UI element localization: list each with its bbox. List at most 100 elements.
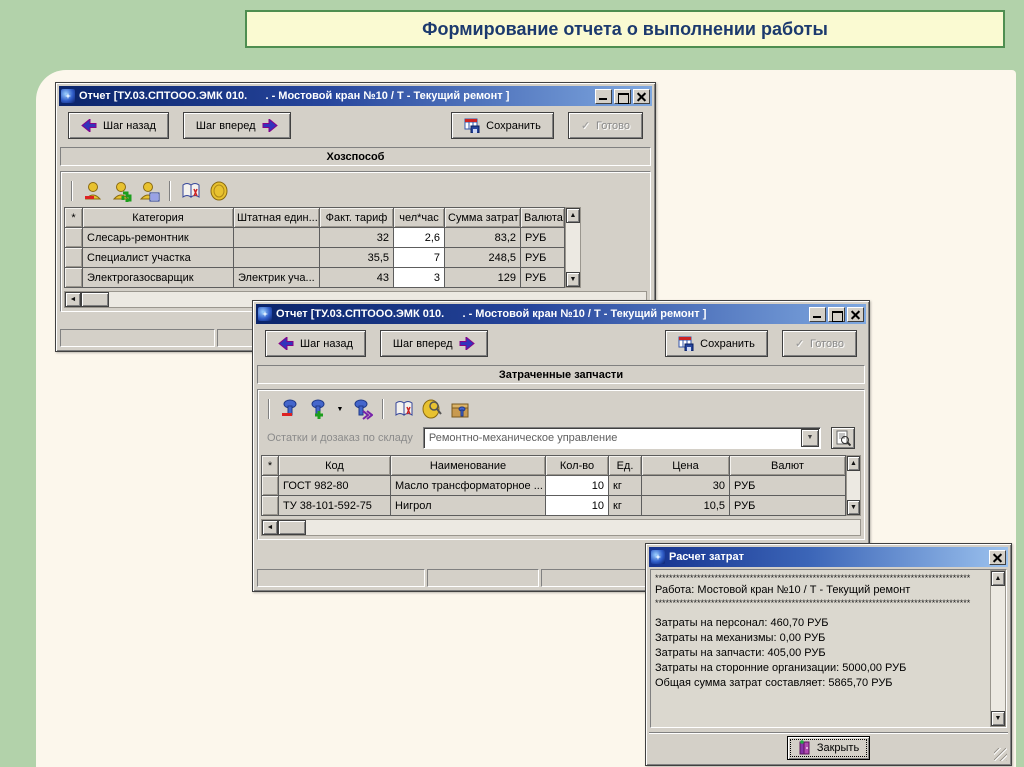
cell-category[interactable]: Электрогазосварщик [82,267,234,288]
scroll-left-icon[interactable]: ◄ [65,292,81,307]
part-select-icon[interactable] [351,398,373,420]
table-vertical-scrollbar[interactable]: ▲ ▼ [565,207,581,288]
cell-staff-unit[interactable] [233,247,320,268]
cell-fact-tariff[interactable]: 35,5 [319,247,394,268]
cell-cost-sum[interactable]: 83,2 [444,227,521,248]
cell-name[interactable]: Нигрол [390,495,546,516]
col-price[interactable]: Цена [641,455,730,476]
step-forward-button[interactable]: Шаг вперед [379,330,488,357]
table-row[interactable]: Слесарь-ремонтник 32 2,6 83,2 РУБ [64,227,565,248]
cell-name[interactable]: Масло трансформаторное ... [390,475,546,496]
col-quantity[interactable]: Кол-во [545,455,609,476]
scroll-down-icon[interactable]: ▼ [566,272,580,287]
cell-unit[interactable]: кг [608,475,642,496]
col-cost-sum[interactable]: Сумма затрат [444,207,521,228]
table-row[interactable]: Электрогазосварщик Электрик уча... 43 3 … [64,267,565,288]
stock-report-button[interactable] [831,427,855,449]
done-button[interactable]: ✓ Готово [781,330,857,357]
cell-category[interactable]: Специалист участка [82,247,234,268]
cell-cost-sum[interactable]: 129 [444,267,521,288]
table-row[interactable]: ТУ 38-101-592-75 Нигрол 10 кг 10,5 РУБ [261,495,846,516]
part-remove-icon[interactable] [279,398,301,420]
close-icon[interactable] [633,88,650,104]
col-man-hours[interactable]: чел*час [393,207,445,228]
col-currency[interactable]: Валют [729,455,846,476]
memo-vertical-scrollbar[interactable]: ▲ ▼ [990,570,1006,727]
col-staff-unit[interactable]: Штатная един... [233,207,320,228]
col-selector[interactable]: * [64,207,83,228]
cell-man-hours[interactable]: 3 [393,267,445,288]
col-fact-tariff[interactable]: Факт. тариф [319,207,394,228]
row-selector[interactable] [261,475,279,496]
person-list-icon[interactable] [138,180,160,202]
save-button[interactable]: Сохранить [451,112,554,139]
row-selector[interactable] [64,267,83,288]
cell-currency[interactable]: РУБ [729,495,846,516]
cell-quantity[interactable]: 10 [545,495,609,516]
col-category[interactable]: Категория [82,207,234,228]
scroll-down-icon[interactable]: ▼ [991,711,1005,726]
cell-code[interactable]: ГОСТ 982-80 [278,475,391,496]
cell-currency[interactable]: РУБ [729,475,846,496]
cell-man-hours[interactable]: 2,6 [393,227,445,248]
cell-unit[interactable]: кг [608,495,642,516]
row-selector[interactable] [64,227,83,248]
close-button[interactable]: Закрыть [786,735,871,760]
coin-search-icon[interactable] [421,398,443,420]
book-search-icon[interactable] [180,180,202,202]
maximize-icon[interactable] [614,88,631,104]
row-selector[interactable] [261,495,279,516]
window1-titlebar[interactable]: Отчет [ТУ.03.СПТООО.ЭМК 010. . - Мостово… [59,86,652,106]
cell-fact-tariff[interactable]: 32 [319,227,394,248]
cell-price[interactable]: 10,5 [641,495,730,516]
scroll-left-icon[interactable]: ◄ [262,520,278,535]
cell-currency[interactable]: РУБ [520,247,565,268]
col-unit[interactable]: Ед. [608,455,642,476]
scroll-up-icon[interactable]: ▲ [847,456,860,471]
person-add-icon[interactable] [110,180,132,202]
cell-category[interactable]: Слесарь-ремонтник [82,227,234,248]
minimize-icon[interactable] [595,88,612,104]
cell-code[interactable]: ТУ 38-101-592-75 [278,495,391,516]
window3-titlebar[interactable]: Расчет затрат [649,547,1008,567]
col-code[interactable]: Код [278,455,391,476]
save-button[interactable]: Сохранить [665,330,768,357]
dropdown-arrow-icon[interactable]: ▼ [801,429,819,447]
table-row[interactable]: Специалист участка 35,5 7 248,5 РУБ [64,247,565,268]
scroll-down-icon[interactable]: ▼ [847,500,860,515]
col-name[interactable]: Наименование [390,455,546,476]
maximize-icon[interactable] [828,306,845,322]
table-horizontal-scrollbar[interactable]: ◄ [261,519,861,536]
table-vertical-scrollbar[interactable]: ▲ ▼ [846,455,861,516]
scrollbar-thumb[interactable] [81,292,109,307]
scrollbar-thumb[interactable] [278,520,306,535]
resize-grip[interactable] [994,748,1007,761]
parts-box-icon[interactable] [449,398,471,420]
scroll-up-icon[interactable]: ▲ [991,571,1005,586]
cell-price[interactable]: 30 [641,475,730,496]
window2-titlebar[interactable]: Отчет [ТУ.03.СПТООО.ЭМК 010. . - Мостово… [256,304,866,324]
part-add-icon[interactable] [307,398,329,420]
step-back-button[interactable]: Шаг назад [265,330,366,357]
cell-staff-unit[interactable]: Электрик уча... [233,267,320,288]
dropdown-caret-icon[interactable]: ▼ [335,406,345,413]
step-forward-button[interactable]: Шаг вперед [182,112,291,139]
step-back-button[interactable]: Шаг назад [68,112,169,139]
cell-fact-tariff[interactable]: 43 [319,267,394,288]
book-search-icon[interactable] [393,398,415,420]
coin-icon[interactable] [208,180,230,202]
close-icon[interactable] [989,549,1006,565]
cell-staff-unit[interactable] [233,227,320,248]
table-row[interactable]: ГОСТ 982-80 Масло трансформаторное ... 1… [261,475,846,496]
cell-currency[interactable]: РУБ [520,267,565,288]
done-button[interactable]: ✓ Готово [567,112,643,139]
cell-man-hours[interactable]: 7 [393,247,445,268]
cell-currency[interactable]: РУБ [520,227,565,248]
cell-quantity[interactable]: 10 [545,475,609,496]
cell-cost-sum[interactable]: 248,5 [444,247,521,268]
warehouse-select[interactable]: Ремонтно-механическое управление ▼ [422,427,821,449]
col-currency[interactable]: Валюта [520,207,565,228]
minimize-icon[interactable] [809,306,826,322]
person-remove-icon[interactable] [82,180,104,202]
row-selector[interactable] [64,247,83,268]
